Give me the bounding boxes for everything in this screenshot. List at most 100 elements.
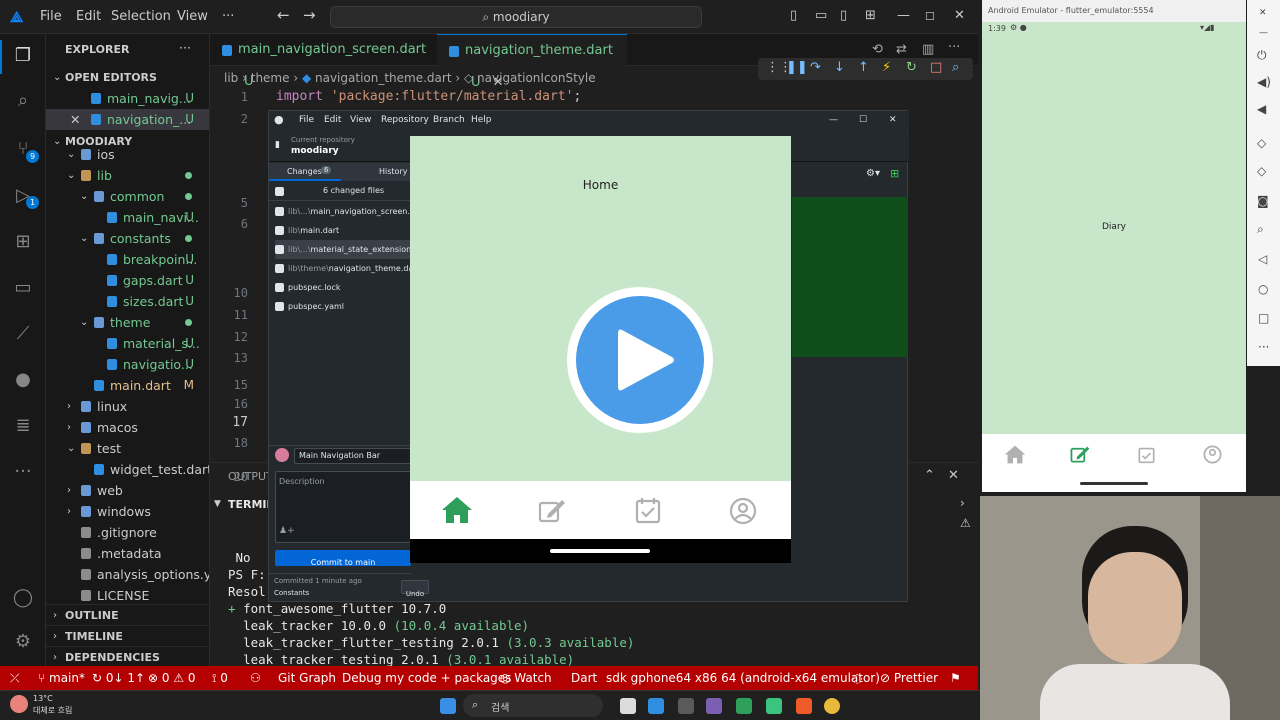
gh-menu-branch[interactable]: Branch [433, 115, 465, 125]
inspect-icon[interactable]: ⌕ [952, 60, 959, 75]
toggle-secondary-icon[interactable]: ▯ [840, 8, 847, 23]
commit-button[interactable]: Commit to main [275, 550, 411, 567]
problems-item[interactable]: ⊗ 0 ⚠ 0 [148, 671, 196, 685]
step-into-icon[interactable]: ↓ [834, 60, 845, 75]
home-circle-icon[interactable]: ○ [1258, 282, 1268, 296]
power-icon[interactable]: ⏻ [1257, 48, 1267, 63]
git-graph-item[interactable]: Git Graph [278, 671, 336, 685]
back-icon[interactable]: ◁ [1258, 252, 1267, 266]
open-editor-item-active[interactable]: ✕ navigation_... U [46, 109, 209, 130]
file-checkbox[interactable] [275, 264, 284, 273]
tree-item[interactable]: › web [46, 480, 209, 501]
more-actions-icon[interactable]: ··· [179, 39, 191, 58]
open-editor-item[interactable]: main_navig... U [46, 88, 209, 109]
tree-item[interactable]: .gitignore [46, 522, 209, 543]
hot-reload-icon[interactable]: ⚡ [882, 60, 891, 75]
remote-icon[interactable]: ⤫ [10, 671, 20, 686]
more-icon[interactable]: ··· [1258, 340, 1269, 354]
timeline-icon[interactable]: ⟲ [872, 42, 883, 57]
stop-icon[interactable]: □ [930, 60, 942, 75]
breadcrumb-item[interactable]: navigation_theme.dart [315, 71, 452, 85]
sync-item[interactable]: ↻ 0↓ 1↑ [92, 671, 145, 685]
terminal-chevron-icon[interactable]: › [960, 496, 965, 510]
dependencies-section[interactable]: › DEPENDENCIES [46, 646, 209, 666]
breadcrumb-item[interactable]: lib [224, 71, 238, 85]
gh-menu-help[interactable]: Help [471, 115, 492, 125]
forward-arrow-icon[interactable]: → [303, 6, 316, 24]
open-editors-section[interactable]: ⌄ OPEN EDITORS [46, 67, 209, 88]
ports-item[interactable]: ⟟ 0 [212, 671, 228, 686]
tree-item[interactable]: › macos [46, 417, 209, 438]
gh-minimize-icon[interactable]: — [829, 115, 838, 125]
file-checkbox[interactable] [275, 245, 284, 254]
tab-changes[interactable]: Changes [287, 167, 322, 176]
app-icon[interactable] [736, 698, 752, 714]
minimize-icon[interactable]: — [897, 8, 910, 23]
close-window-icon[interactable]: ✕ [954, 8, 965, 23]
maximize-panel-icon[interactable]: ⌃ [924, 468, 935, 483]
changed-file-row[interactable]: pubspec.yaml [275, 297, 413, 316]
close-panel-icon[interactable]: ✕ [948, 468, 959, 483]
tab-history[interactable]: History [379, 167, 407, 176]
overview-icon[interactable]: □ [1258, 311, 1269, 325]
close-icon[interactable]: ✕ [1259, 8, 1267, 18]
settings-gear-icon[interactable]: ⚙ [11, 630, 35, 654]
gh-expand-icon[interactable]: ⊞ [890, 167, 899, 180]
tree-item[interactable]: ⌄ lib [46, 165, 209, 186]
restart-icon[interactable]: ↻ [906, 60, 917, 75]
edit-icon[interactable] [538, 498, 566, 524]
back-arrow-icon[interactable]: ← [277, 6, 290, 24]
rotate-left-icon[interactable]: ◇ [1257, 136, 1266, 150]
tree-item[interactable]: breakpoin... U [46, 249, 209, 270]
menu-edit[interactable]: Edit [76, 9, 101, 24]
search-icon[interactable]: ⌕ [11, 89, 35, 113]
toggle-sidebar-icon[interactable]: ▯ [790, 8, 797, 23]
tree-item[interactable]: ⌄ theme [46, 312, 209, 333]
changed-file-row[interactable]: pubspec.lock [275, 278, 413, 297]
more-views-icon[interactable]: ··· [11, 460, 35, 484]
layout-icon[interactable]: ⊞ [865, 8, 876, 23]
calendar-check-icon[interactable] [635, 496, 661, 524]
volume-down-icon[interactable]: ◀ [1257, 102, 1266, 116]
home-icon[interactable] [441, 496, 473, 524]
changed-file-row[interactable]: lib\theme\navigation_theme.dar [275, 259, 413, 278]
watch-item[interactable]: ◎ Watch [500, 671, 552, 685]
gh-menu-view[interactable]: View [350, 115, 371, 125]
file-checkbox[interactable] [275, 302, 284, 311]
debug-icon[interactable]: ⚇ [250, 671, 261, 685]
changed-file-row[interactable]: lib\main.dart [275, 221, 413, 240]
compare-icon[interactable]: ⇄ [896, 42, 907, 57]
github-icon[interactable]: ● [11, 368, 35, 392]
tree-item[interactable]: ⌄ common [46, 186, 209, 207]
tree-item[interactable]: ⌄ constants [46, 228, 209, 249]
prettier-item[interactable]: ⊘ Prettier [880, 671, 938, 685]
pause-icon[interactable]: ❚❚ [786, 60, 808, 75]
file-checkbox[interactable] [275, 283, 284, 292]
gh-menu-repository[interactable]: Repository [381, 115, 429, 125]
close-icon[interactable]: ✕ [70, 109, 80, 130]
brave-icon[interactable] [796, 698, 812, 714]
home-icon[interactable] [1004, 445, 1026, 464]
tree-item[interactable]: analysis_options.y... [46, 564, 209, 585]
tab-output[interactable]: OUTPUT [228, 470, 273, 483]
extensions-icon[interactable]: ⊞ [11, 230, 35, 254]
tree-item[interactable]: main.dart M [46, 375, 209, 396]
rotate-right-icon[interactable]: ◇ [1257, 164, 1266, 178]
tab-main-navigation[interactable]: main_navigation_screen.dart U [210, 34, 436, 89]
explorer-icon[interactable]: ❐ [11, 44, 35, 68]
flutter-icon[interactable]: ⟋ [11, 322, 35, 346]
emulator-screen[interactable]: Diary [982, 36, 1246, 434]
menu-view[interactable]: View [177, 9, 208, 24]
language-item[interactable]: Dart [571, 671, 597, 685]
remote-explorer-icon[interactable]: ▭ [11, 276, 35, 300]
command-search[interactable]: ⌕ moodiary [330, 6, 702, 28]
gh-maximize-icon[interactable]: ☐ [859, 115, 867, 125]
breadcrumb-item[interactable]: navigationIconStyle [477, 71, 596, 85]
task-view-icon[interactable] [620, 698, 636, 714]
tree-item[interactable]: ⌄ test [46, 438, 209, 459]
taskbar-search[interactable]: ⌕ 검색 [463, 694, 603, 717]
changed-file-row[interactable]: lib\...\main_navigation_screen.dart [275, 202, 413, 221]
tree-item[interactable]: material_s... U [46, 333, 209, 354]
gh-settings-icon[interactable]: ⚙▾ [866, 168, 880, 179]
tree-item[interactable]: .metadata [46, 543, 209, 564]
